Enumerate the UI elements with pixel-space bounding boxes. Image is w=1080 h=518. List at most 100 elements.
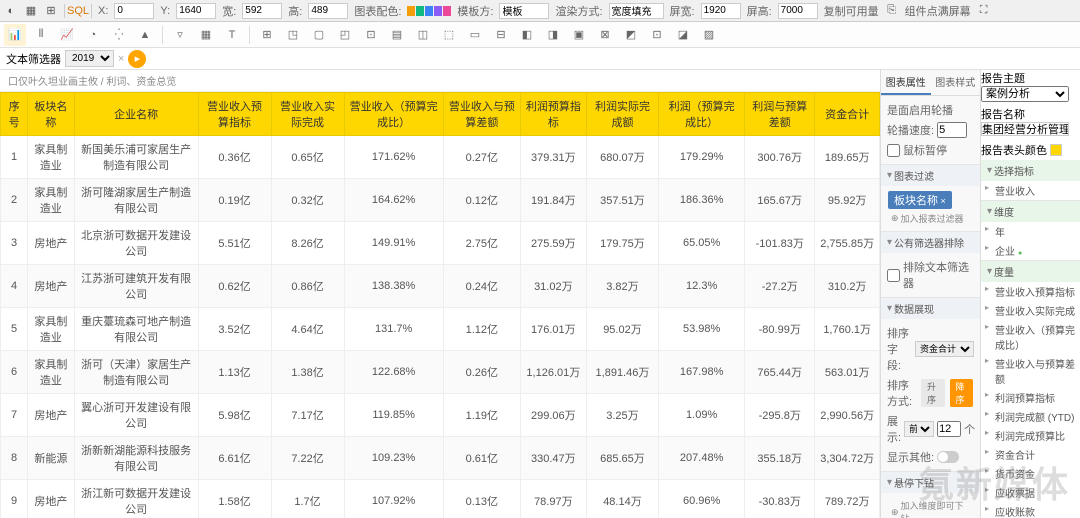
fillmode-input[interactable] xyxy=(609,3,664,19)
show-other-toggle[interactable] xyxy=(937,451,959,463)
show-num-input[interactable] xyxy=(937,421,961,437)
table-row[interactable]: 2家具制造业浙可隆湖家居生产制造有限公司0.19亿0.32亿164.62%0.1… xyxy=(1,179,880,222)
measure-item[interactable]: 营业收入与预算差额 xyxy=(981,354,1080,388)
block-name-chip[interactable]: 板块名称 × xyxy=(888,191,952,209)
table-header[interactable]: 利润实际完成额 xyxy=(586,93,658,136)
more-11[interactable]: ◧ xyxy=(516,24,538,46)
text-icon[interactable]: T xyxy=(221,24,243,46)
area-icon[interactable]: ▲ xyxy=(134,24,156,46)
more-5[interactable]: ⊡ xyxy=(360,24,382,46)
table-header[interactable]: 营业收入实际完成 xyxy=(271,93,344,136)
measure-item[interactable]: 利润预算指标 xyxy=(981,388,1080,407)
show-select[interactable]: 前 xyxy=(904,421,934,437)
metric-revenue[interactable]: 营业收入 xyxy=(981,181,1080,200)
measures-head[interactable]: 度量 xyxy=(981,261,1080,282)
table-header[interactable]: 板块名称 xyxy=(28,93,75,136)
add-filter-link[interactable]: 加入报表过滤器 xyxy=(887,210,974,227)
year-select[interactable]: 2019 xyxy=(65,50,114,67)
table-header[interactable]: 利润预算指标 xyxy=(520,93,586,136)
table-icon[interactable]: ▦ xyxy=(195,24,217,46)
more-14[interactable]: ⊠ xyxy=(594,24,616,46)
h-input[interactable] xyxy=(308,3,348,19)
more-15[interactable]: ◩ xyxy=(620,24,642,46)
more-13[interactable]: ▣ xyxy=(568,24,590,46)
table-header[interactable]: 营业收入预算指标 xyxy=(198,93,271,136)
table-row[interactable]: 4房地产江苏浙可建筑开发有限公司0.62亿0.86亿138.38%0.24亿31… xyxy=(1,265,880,308)
pie-chart-icon[interactable]: ◔ xyxy=(82,24,104,46)
report-theme-select[interactable]: 案例分析 xyxy=(981,86,1069,102)
table-header[interactable]: 营业收入与预算差额 xyxy=(443,93,520,136)
apply-filter-button[interactable]: ▸ xyxy=(128,50,146,68)
table-row[interactable]: 7房地产翼心浙可开发建设有限公司5.98亿7.17亿119.85%1.19亿29… xyxy=(1,394,880,437)
tool-1[interactable]: ▦ xyxy=(24,4,38,18)
tool-0[interactable]: ◐ xyxy=(4,4,18,18)
x-input[interactable] xyxy=(114,3,154,19)
widget-label[interactable]: 组件点满屏幕 xyxy=(905,3,971,19)
more-6[interactable]: ▤ xyxy=(386,24,408,46)
measure-item[interactable]: 利润完成预算比 xyxy=(981,426,1080,445)
y-input[interactable] xyxy=(176,3,216,19)
table-header[interactable]: 利润与预算差额 xyxy=(745,93,815,136)
table-row[interactable]: 3房地产北京浙可数据开发建设公司5.51亿8.26亿149.91%2.75亿27… xyxy=(1,222,880,265)
dimension-head[interactable]: 维度 xyxy=(981,201,1080,222)
sh-input[interactable] xyxy=(778,3,818,19)
sort-field-select[interactable]: 资金合计 xyxy=(915,341,974,357)
fullscreen-icon[interactable]: ⛶ xyxy=(977,4,991,18)
scroll-speed-input[interactable] xyxy=(937,122,967,138)
drill-head[interactable]: 悬停下钻 xyxy=(881,472,980,493)
more-8[interactable]: ⬚ xyxy=(438,24,460,46)
measure-item[interactable]: 货币资金 xyxy=(981,464,1080,483)
measure-item[interactable]: 应收票据 xyxy=(981,483,1080,502)
dim-year[interactable]: 年 xyxy=(981,222,1080,241)
table-header[interactable]: 营业收入（预算完成比） xyxy=(344,93,443,136)
copy-icon[interactable]: ⎘ xyxy=(885,4,899,18)
exclude-text-check[interactable] xyxy=(887,269,900,282)
more-10[interactable]: ⊟ xyxy=(490,24,512,46)
bar-icon-2[interactable]: ⦀ xyxy=(30,24,52,46)
more-3[interactable]: ▢ xyxy=(308,24,330,46)
more-12[interactable]: ◨ xyxy=(542,24,564,46)
more-7[interactable]: ◫ xyxy=(412,24,434,46)
measure-item[interactable]: 营业收入实际完成 xyxy=(981,301,1080,320)
table-row[interactable]: 5家具制造业重庆薹琉森可地产制造有限公司3.52亿4.64亿131.7%1.12… xyxy=(1,308,880,351)
table-row[interactable]: 1家具制造业新国美乐浦可家居生产制造有限公司0.36亿0.65亿171.62%0… xyxy=(1,136,880,179)
clear-filter-icon[interactable]: × xyxy=(118,53,124,65)
scatter-icon[interactable]: ⁛ xyxy=(108,24,130,46)
copy-label[interactable]: 复制可用量 xyxy=(824,3,879,19)
dim-company[interactable]: 企业 xyxy=(981,241,1080,260)
sql-button[interactable]: SQL xyxy=(71,4,85,18)
tab-chart-style[interactable]: 图表样式 xyxy=(931,70,981,95)
public-filter-head[interactable]: 公有筛选器排除 xyxy=(881,232,980,253)
measure-item[interactable]: 应收账款 xyxy=(981,502,1080,518)
sort-asc-btn[interactable]: 升序 xyxy=(921,379,944,407)
bar-chart-icon[interactable]: 📊 xyxy=(4,24,26,46)
table-header[interactable]: 企业名称 xyxy=(74,93,198,136)
sw-input[interactable] xyxy=(701,3,741,19)
select-metric-head[interactable]: 选择指标 xyxy=(981,160,1080,181)
table-row[interactable]: 6家具制造业浙可（天津）家居生产制造有限公司1.13亿1.38亿122.68%0… xyxy=(1,351,880,394)
table-row[interactable]: 9房地产浙江新可数据开发建设公司1.58亿1.7亿107.92%0.13亿78.… xyxy=(1,480,880,518)
template-input[interactable] xyxy=(499,3,549,19)
filter-icon[interactable]: ▿ xyxy=(169,24,191,46)
sort-desc-btn[interactable]: 降序 xyxy=(950,379,973,407)
chart-filter-head[interactable]: 图表过滤 xyxy=(881,165,980,186)
more-1[interactable]: ⊞ xyxy=(256,24,278,46)
tool-2[interactable]: ⊞ xyxy=(44,4,58,18)
report-name-input[interactable] xyxy=(981,122,1069,136)
measure-item[interactable]: 利润完成额 (YTD) xyxy=(981,407,1080,426)
table-header[interactable]: 资金合计 xyxy=(815,93,880,136)
more-4[interactable]: ◰ xyxy=(334,24,356,46)
table-header[interactable]: 利润（预算完成比） xyxy=(659,93,745,136)
measure-item[interactable]: 营业收入预算指标 xyxy=(981,282,1080,301)
more-18[interactable]: ▨ xyxy=(698,24,720,46)
table-row[interactable]: 8新能源浙新新湖能源科技服务有限公司6.61亿7.22亿109.23%0.61亿… xyxy=(1,437,880,480)
measure-item[interactable]: 资金合计 xyxy=(981,445,1080,464)
more-2[interactable]: ◳ xyxy=(282,24,304,46)
scroll-pause-check[interactable] xyxy=(887,144,900,157)
data-display-head[interactable]: 数据展现 xyxy=(881,298,980,319)
header-color-swatch[interactable] xyxy=(1050,144,1062,156)
line-chart-icon[interactable]: 📈 xyxy=(56,24,78,46)
table-header[interactable]: 序号 xyxy=(1,93,28,136)
tab-chart-props[interactable]: 图表属性 xyxy=(881,70,931,95)
measure-item[interactable]: 营业收入（预算完成比） xyxy=(981,320,1080,354)
